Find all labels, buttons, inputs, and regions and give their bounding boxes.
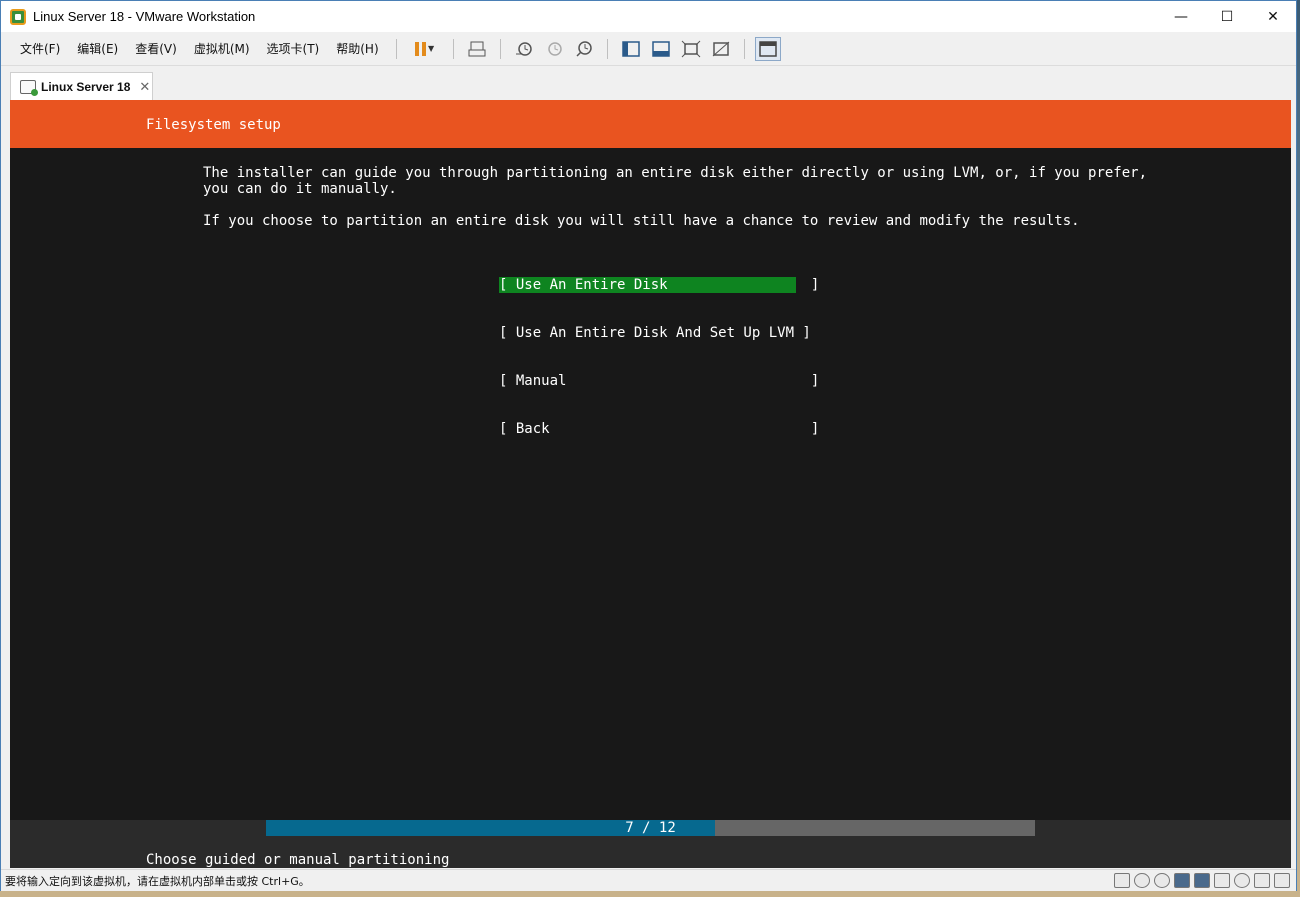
revert-snapshot-button[interactable] bbox=[541, 37, 567, 61]
snapshot-icon bbox=[515, 41, 532, 56]
snapshot-manager-button[interactable] bbox=[571, 37, 597, 61]
choice-use-entire-disk[interactable]: [ Use An Entire Disk ] bbox=[499, 277, 819, 293]
toolbar-separator bbox=[395, 38, 397, 59]
revert-snapshot-icon bbox=[547, 41, 562, 56]
console-view-button[interactable] bbox=[754, 36, 781, 61]
close-icon[interactable]: ✕ bbox=[139, 80, 150, 95]
send-ctrl-alt-del-button[interactable] bbox=[464, 37, 490, 61]
cd-dvd-icon[interactable] bbox=[1134, 873, 1150, 888]
vmware-app-icon bbox=[10, 8, 26, 25]
progress-text: 7 / 12 bbox=[625, 820, 676, 836]
menu-tabs[interactable]: 选项卡(T) bbox=[259, 40, 329, 57]
status-bar: 要将输入定向到该虚拟机，请在虚拟机内部单击或按 Ctrl+G。 bbox=[1, 869, 1296, 891]
installer-header: Filesystem setup bbox=[10, 100, 1291, 148]
intro-paragraph: The installer can guide you through part… bbox=[203, 165, 1147, 197]
tab-strip: Linux Server 18 ✕ bbox=[10, 71, 1291, 101]
tab-linux-server-18[interactable]: Linux Server 18 ✕ bbox=[10, 72, 153, 101]
snapshot-manager-icon bbox=[576, 40, 592, 57]
full-screen-button[interactable] bbox=[678, 37, 704, 61]
chevron-down-icon: ▼ bbox=[428, 44, 435, 53]
toolbar-separator bbox=[606, 38, 608, 59]
printer-icon[interactable] bbox=[1254, 873, 1270, 888]
hard-disk-icon[interactable] bbox=[1114, 873, 1130, 888]
vm-console[interactable]: Filesystem setup The installer can guide… bbox=[10, 100, 1291, 868]
network-adapter-icon[interactable] bbox=[1194, 873, 1210, 888]
library-icon bbox=[621, 40, 640, 57]
toolbar-separator bbox=[499, 38, 501, 59]
cd-dvd-2-icon[interactable] bbox=[1154, 873, 1170, 888]
thumbnail-icon bbox=[651, 40, 670, 57]
installer-title: Filesystem setup bbox=[146, 117, 281, 133]
pause-icon bbox=[415, 41, 427, 56]
full-screen-icon bbox=[681, 40, 700, 57]
console-view-icon bbox=[758, 40, 777, 57]
step-hint: Choose guided or manual partitioning bbox=[146, 852, 450, 868]
close-button[interactable]: ✕ bbox=[1250, 1, 1296, 32]
progress-bar: 7 / 12 bbox=[266, 820, 1035, 836]
window-controls: — ☐ ✕ bbox=[1158, 1, 1296, 32]
menu-edit[interactable]: 编辑(E) bbox=[69, 40, 127, 57]
display-icon[interactable] bbox=[1274, 873, 1290, 888]
partition-choices: [ Use An Entire Disk ] [ Use An Entire D… bbox=[499, 245, 819, 469]
pause-button[interactable]: ▼ bbox=[407, 37, 443, 61]
toolbar-separator bbox=[743, 38, 745, 59]
menu-help[interactable]: 帮助(H) bbox=[328, 40, 387, 57]
unity-icon bbox=[712, 41, 729, 56]
floppy-icon[interactable] bbox=[1174, 873, 1190, 888]
show-library-button[interactable] bbox=[618, 37, 644, 61]
tab-label: Linux Server 18 bbox=[41, 80, 131, 94]
snapshot-button[interactable] bbox=[511, 37, 537, 61]
menu-file[interactable]: 文件(F) bbox=[12, 40, 69, 57]
window-title: Linux Server 18 - VMware Workstation bbox=[33, 9, 256, 24]
choice-use-entire-disk-lvm[interactable]: [ Use An Entire Disk And Set Up LVM ] bbox=[499, 325, 811, 341]
choice-back[interactable]: [ Back ] bbox=[499, 421, 819, 437]
thumbnail-bar-button[interactable] bbox=[648, 37, 674, 61]
title-bar: Linux Server 18 - VMware Workstation — ☐… bbox=[1, 1, 1296, 32]
sound-card-icon[interactable] bbox=[1234, 873, 1250, 888]
menu-toolbar: 文件(F) 编辑(E) 查看(V) 虚拟机(M) 选项卡(T) 帮助(H) ▼ bbox=[1, 32, 1296, 66]
intro-line-2: you can do it manually. bbox=[203, 181, 397, 197]
device-icons bbox=[1114, 873, 1290, 888]
status-message: 要将输入定向到该虚拟机，请在虚拟机内部单击或按 Ctrl+G。 bbox=[5, 874, 310, 888]
vm-icon bbox=[20, 80, 38, 96]
vmware-window: Linux Server 18 - VMware Workstation — ☐… bbox=[0, 0, 1297, 891]
minimize-button[interactable]: — bbox=[1158, 1, 1204, 32]
intro-line-1: The installer can guide you through part… bbox=[203, 165, 1148, 181]
usb-controller-icon[interactable] bbox=[1214, 873, 1230, 888]
unity-mode-button[interactable] bbox=[708, 37, 734, 61]
review-note: If you choose to partition an entire dis… bbox=[203, 213, 1080, 229]
keyboard-send-icon bbox=[468, 41, 486, 56]
toolbar-separator bbox=[452, 38, 454, 59]
maximize-button[interactable]: ☐ bbox=[1204, 1, 1250, 32]
progress-footer: 7 / 12 Choose guided or manual partition… bbox=[10, 820, 1291, 868]
choice-manual[interactable]: [ Manual ] bbox=[499, 373, 819, 389]
menu-vm[interactable]: 虚拟机(M) bbox=[186, 40, 259, 57]
menu-view[interactable]: 查看(V) bbox=[127, 40, 186, 57]
